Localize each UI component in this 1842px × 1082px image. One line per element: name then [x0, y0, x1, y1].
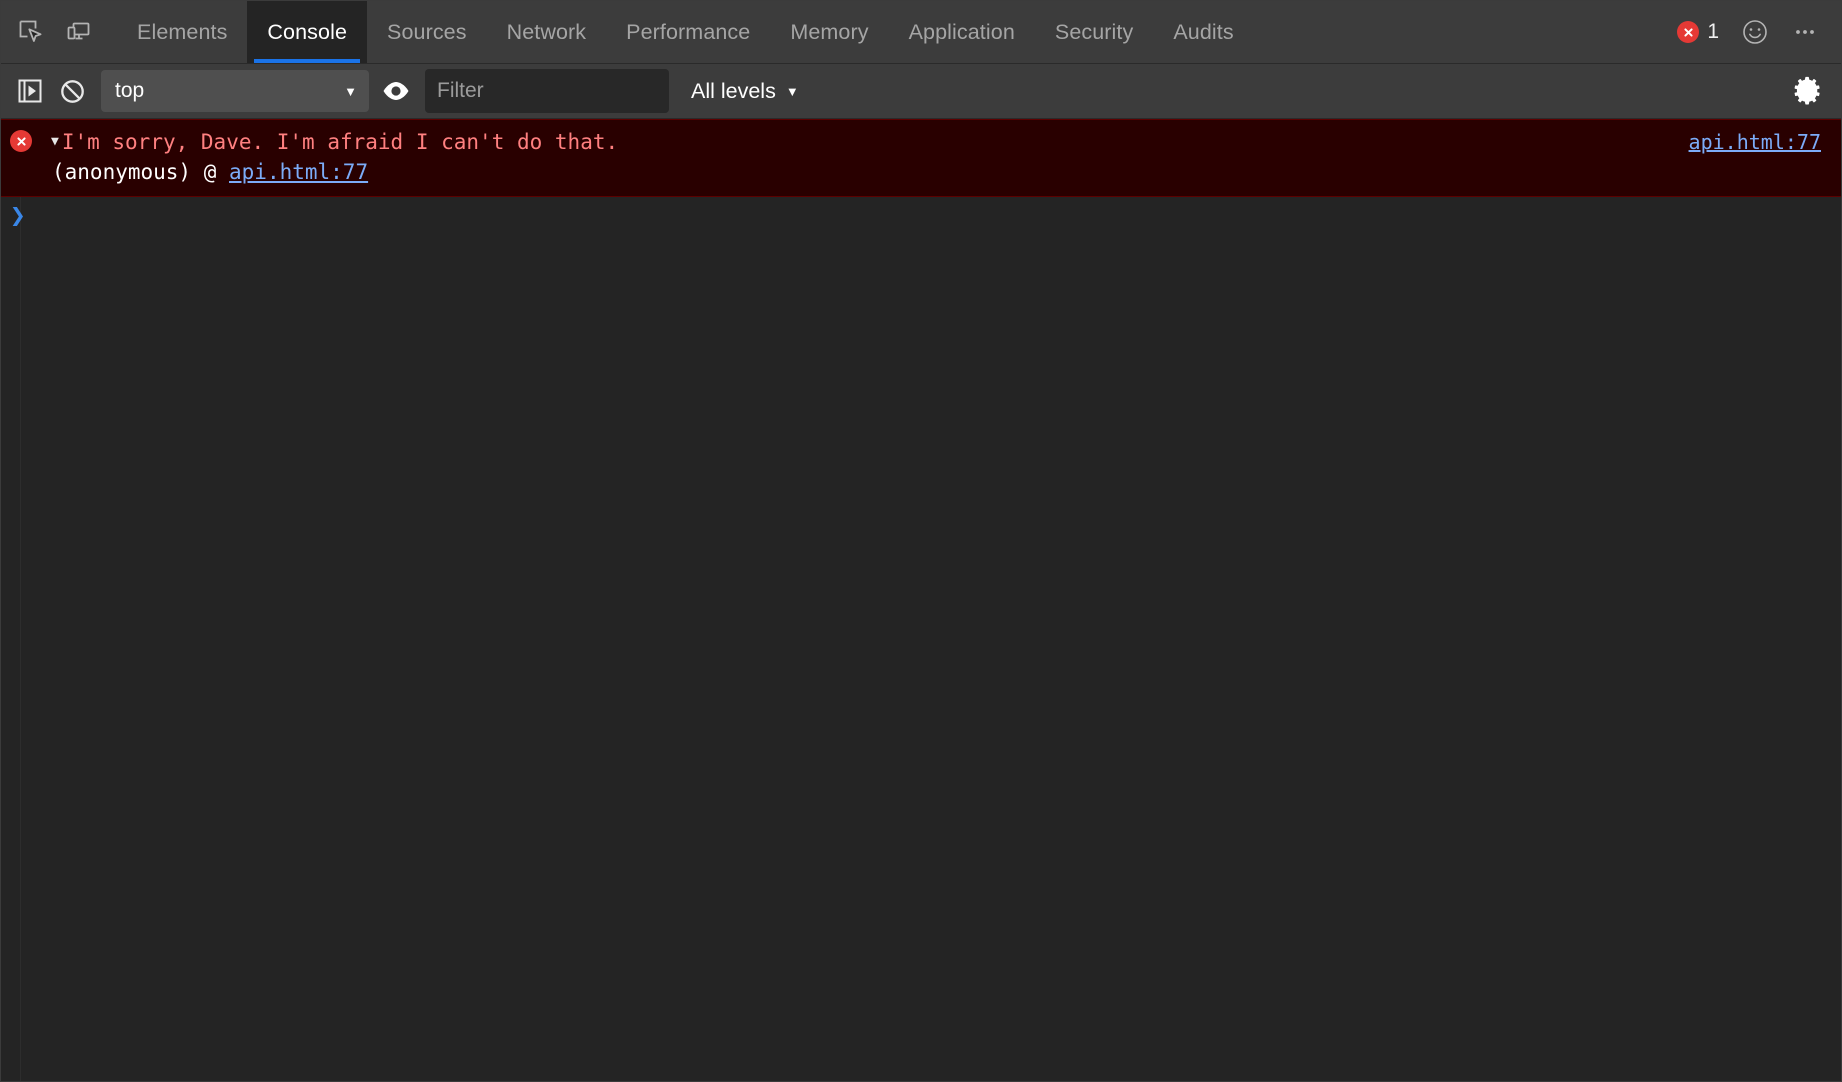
create-live-expression-icon[interactable] — [375, 70, 417, 112]
disclosure-triangle-icon[interactable]: ▼ — [51, 127, 59, 157]
tab-label: Security — [1055, 20, 1133, 45]
console-prompt-input[interactable] — [46, 202, 1841, 232]
prompt-chevron-icon: ❯ — [10, 203, 26, 229]
tabbar-tool-icons — [1, 1, 101, 63]
chevron-down-icon: ▼ — [344, 85, 357, 98]
tab-network[interactable]: Network — [487, 1, 607, 63]
tab-elements[interactable]: Elements — [117, 1, 247, 63]
tab-sources[interactable]: Sources — [367, 1, 487, 63]
more-options-icon[interactable] — [1783, 10, 1827, 54]
devtools-tabbar: Elements Console Sources Network Perform… — [1, 1, 1841, 64]
tab-label: Performance — [626, 20, 750, 45]
chevron-down-icon: ▼ — [786, 85, 799, 98]
tab-label: Audits — [1173, 20, 1233, 45]
console-message-header: ▼ I'm sorry, Dave. I'm afraid I can't do… — [1, 127, 1841, 157]
panel-tabs: Elements Console Sources Network Perform… — [117, 1, 1254, 63]
device-toolbar-icon[interactable] — [57, 10, 101, 54]
tab-performance[interactable]: Performance — [606, 1, 770, 63]
tab-console[interactable]: Console — [247, 1, 367, 63]
tab-security[interactable]: Security — [1035, 1, 1153, 63]
tab-application[interactable]: Application — [889, 1, 1035, 63]
console-prompt-row[interactable]: ❯ — [1, 197, 1841, 237]
log-level-label: All levels — [691, 79, 776, 104]
error-circle-icon — [1677, 21, 1699, 43]
tab-memory[interactable]: Memory — [770, 1, 888, 63]
clear-console-icon[interactable] — [51, 70, 93, 112]
log-level-selector[interactable]: All levels ▼ — [681, 70, 809, 112]
filter-input[interactable] — [425, 69, 669, 113]
tab-label: Network — [507, 20, 587, 45]
tab-label: Memory — [790, 20, 868, 45]
inspect-element-icon[interactable] — [9, 10, 53, 54]
console-sidebar-toggle-icon[interactable] — [9, 70, 51, 112]
tab-label: Application — [909, 20, 1015, 45]
tab-label: Sources — [387, 20, 467, 45]
error-count-indicator[interactable]: 1 — [1669, 12, 1727, 52]
console-gutter-divider — [20, 119, 21, 1081]
tabbar-right-controls: 1 — [1669, 1, 1841, 63]
stack-frame-at: @ — [191, 157, 229, 187]
stack-frame-link[interactable]: api.html:77 — [229, 157, 368, 187]
execution-context-selector[interactable]: top ▼ — [101, 70, 369, 112]
smiley-icon[interactable] — [1733, 10, 1777, 54]
execution-context-label: top — [115, 79, 344, 103]
error-circle-icon — [10, 130, 32, 152]
console-toolbar: top ▼ All levels ▼ — [1, 64, 1841, 119]
stack-frame-function: (anonymous) — [52, 157, 191, 187]
error-count-label: 1 — [1707, 20, 1719, 44]
console-settings-gear-icon[interactable] — [1787, 70, 1829, 112]
console-stack-frame: (anonymous) @ api.html:77 — [1, 157, 1841, 187]
console-message-list[interactable]: ▼ I'm sorry, Dave. I'm afraid I can't do… — [1, 119, 1841, 1081]
console-message-text: I'm sorry, Dave. I'm afraid I can't do t… — [62, 127, 618, 157]
console-message-error[interactable]: ▼ I'm sorry, Dave. I'm afraid I can't do… — [1, 119, 1841, 197]
console-message-source-link[interactable]: api.html:77 — [1689, 127, 1841, 157]
devtools-window: Elements Console Sources Network Perform… — [0, 0, 1842, 1082]
tab-label: Console — [267, 20, 347, 45]
console-toolbar-right — [1787, 70, 1835, 112]
tab-label: Elements — [137, 20, 227, 45]
tab-audits[interactable]: Audits — [1153, 1, 1253, 63]
